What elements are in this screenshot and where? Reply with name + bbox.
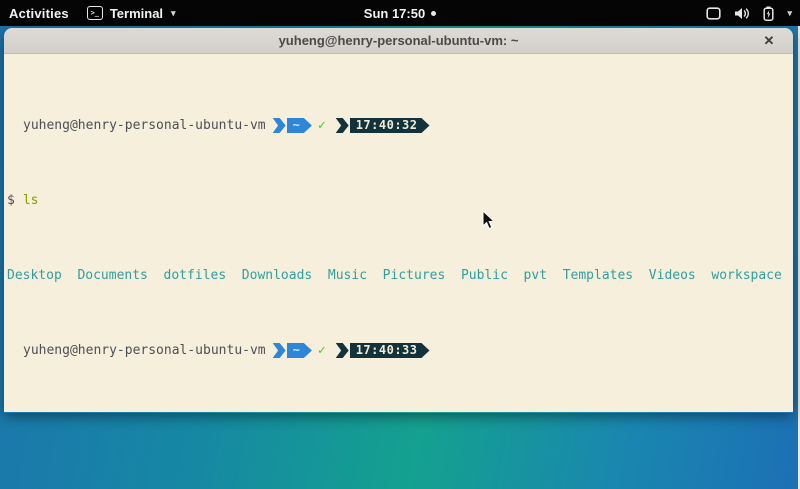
terminal-screen[interactable]: yuheng@henry-personal-ubuntu-vm ~ ✓ 17:4… xyxy=(4,54,793,412)
terminal-window: yuheng@henry-personal-ubuntu-vm: ~ ✕ yuh… xyxy=(4,28,793,413)
prompt-user-host: yuheng@henry-personal-ubuntu-vm xyxy=(23,343,266,358)
powerline-cwd-segment: ~ xyxy=(273,118,312,133)
directory-names: Desktop Documents dotfiles Downloads Mus… xyxy=(7,268,782,283)
prompt-time: 17:40:32 xyxy=(356,118,418,133)
top-bar: Activities >_ Terminal ▾ Sun 17:50 xyxy=(0,0,800,26)
command-line: $ ls xyxy=(7,193,791,208)
app-menu-label: Terminal xyxy=(110,6,163,21)
prompt-cwd: ~ xyxy=(293,118,300,133)
close-button[interactable]: ✕ xyxy=(759,28,779,54)
clock-button[interactable]: Sun 17:50 xyxy=(364,6,425,21)
typed-command: ls xyxy=(23,193,39,208)
powerline-arrow-icon xyxy=(336,343,349,358)
prompt-line: yuheng@henry-personal-ubuntu-vm ~ ✓ 17:4… xyxy=(7,343,791,358)
volume-icon xyxy=(734,7,750,20)
window-title: yuheng@henry-personal-ubuntu-vm: ~ xyxy=(279,33,519,48)
powerline-arrow-icon xyxy=(273,343,286,358)
check-icon: ✓ xyxy=(318,343,326,358)
check-icon: ✓ xyxy=(318,118,326,133)
notification-dot-icon xyxy=(431,11,436,16)
battery-charging-icon xyxy=(763,6,774,21)
screen-icon xyxy=(706,7,721,20)
ls-output-line: Desktop Documents dotfiles Downloads Mus… xyxy=(7,268,791,283)
prompt-cwd: ~ xyxy=(293,343,300,358)
prompt-line: yuheng@henry-personal-ubuntu-vm ~ ✓ 17:4… xyxy=(7,118,791,133)
chevron-down-icon: ▾ xyxy=(171,8,176,19)
powerline-arrow-icon xyxy=(273,118,286,133)
powerline-arrow-icon xyxy=(336,118,349,133)
activities-button[interactable]: Activities xyxy=(9,6,69,21)
prompt-time: 17:40:33 xyxy=(356,343,418,358)
powerline-time-segment: 17:40:32 xyxy=(336,118,430,133)
app-menu-terminal[interactable]: >_ Terminal ▾ xyxy=(87,6,176,21)
terminal-app-icon: >_ xyxy=(87,6,103,20)
powerline-cwd-segment: ~ xyxy=(273,343,312,358)
prompt-symbol: $ xyxy=(7,193,15,208)
system-status-menu[interactable]: ▾ xyxy=(706,0,792,26)
window-titlebar[interactable]: yuheng@henry-personal-ubuntu-vm: ~ ✕ xyxy=(4,28,793,54)
powerline-time-segment: 17:40:33 xyxy=(336,343,430,358)
prompt-user-host: yuheng@henry-personal-ubuntu-vm xyxy=(23,118,266,133)
chevron-down-icon: ▾ xyxy=(787,8,792,19)
